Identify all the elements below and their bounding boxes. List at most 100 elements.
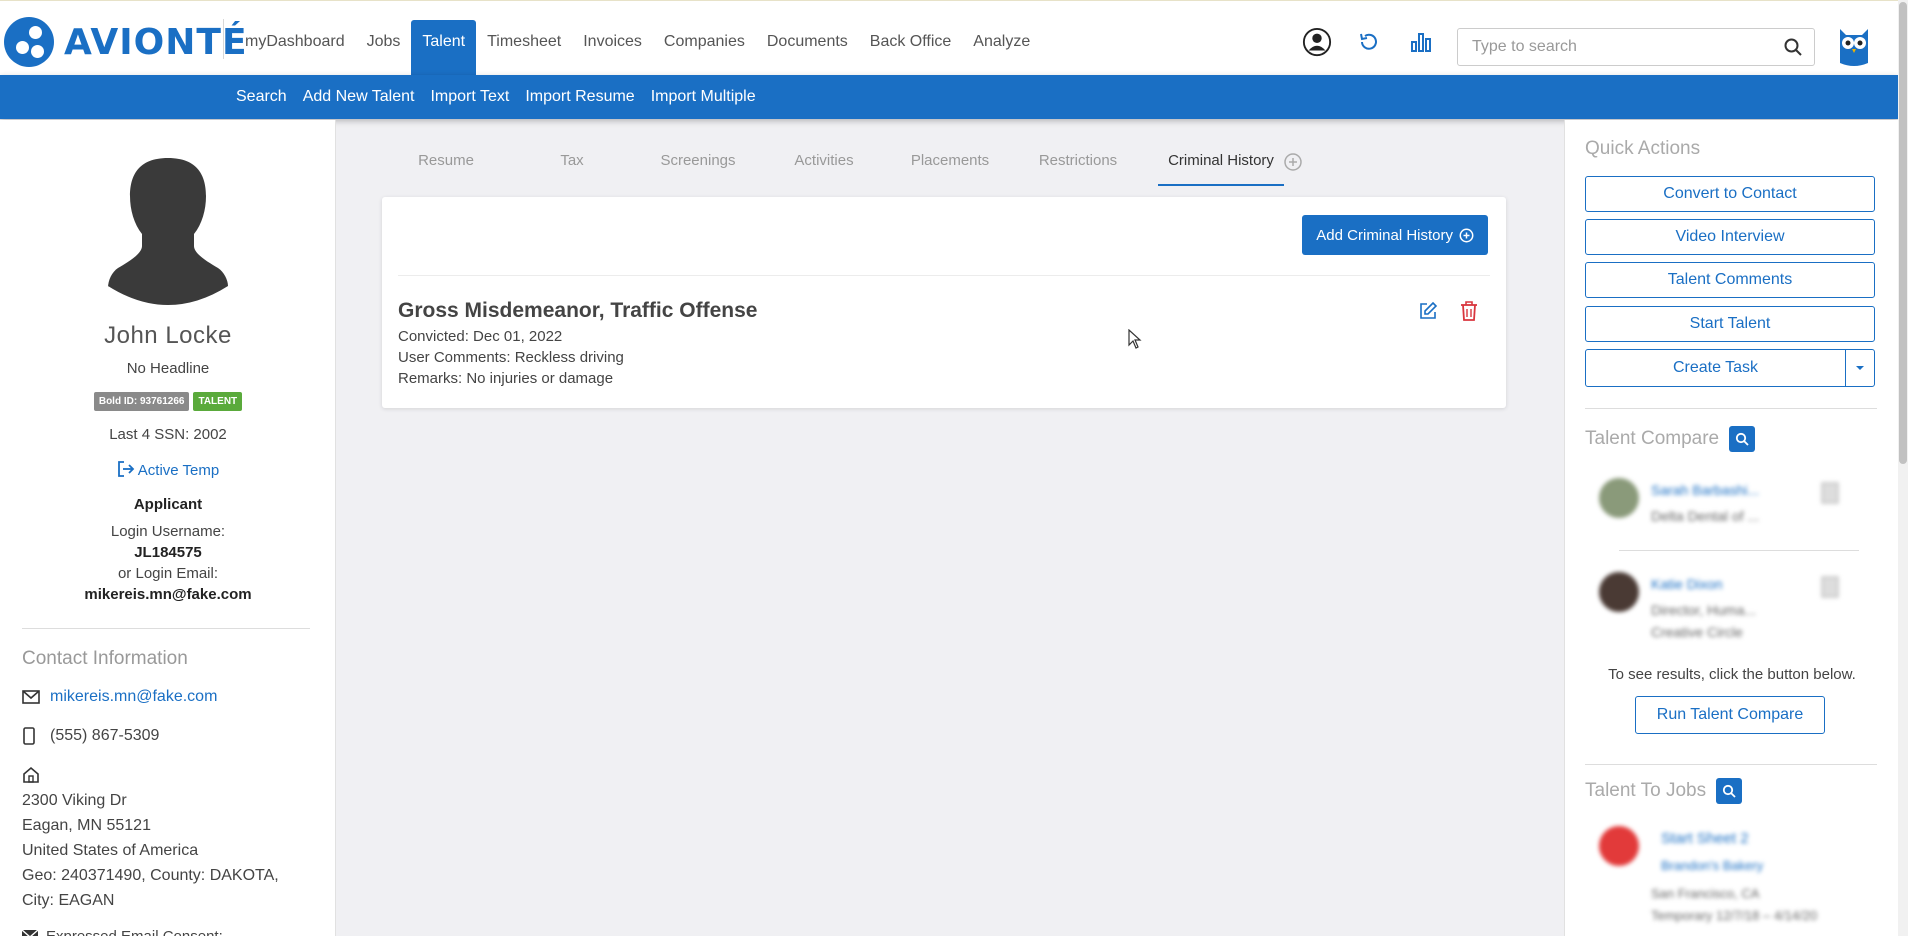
divider	[1585, 764, 1877, 765]
record-convicted: Convicted: Dec 01, 2022	[398, 328, 563, 345]
create-task-split-button: Create Task	[1585, 349, 1875, 387]
create-task-button[interactable]: Create Task	[1586, 350, 1846, 386]
address-line-3: United States of America	[22, 842, 199, 859]
contact-email[interactable]: mikereis.mn@fake.com	[50, 688, 217, 706]
add-tab-icon[interactable]	[1283, 152, 1303, 177]
document-icon[interactable]	[1821, 482, 1839, 509]
avatar	[1599, 572, 1639, 612]
user-circle-icon[interactable]	[1302, 27, 1332, 57]
search-input[interactable]	[1458, 29, 1758, 65]
search-icon[interactable]	[1729, 426, 1756, 452]
edit-icon[interactable]	[1418, 301, 1438, 326]
chevron-down-icon[interactable]	[1846, 350, 1874, 386]
divider	[1619, 550, 1859, 551]
nav-talent[interactable]: Talent	[411, 20, 477, 76]
job-type: Temporary 12/7/18 – 4/14/20	[1651, 908, 1818, 923]
login-username-label: Login Username:	[110, 523, 226, 540]
job-logo	[1599, 826, 1639, 866]
nav-back-office[interactable]: Back Office	[859, 20, 963, 76]
email-consent: Expressed Email Consent:	[22, 928, 223, 936]
trash-icon[interactable]	[1460, 301, 1478, 326]
talent-to-jobs-label: Talent To Jobs	[1585, 780, 1707, 801]
owl-logo-icon[interactable]	[1838, 25, 1870, 72]
record-title: Gross Misdemeanor, Traffic Offense	[398, 299, 758, 322]
tab-restrictions[interactable]: Restrictions	[998, 140, 1158, 186]
job-location: San Francisco, CA	[1651, 886, 1760, 901]
quick-actions-label: Quick Actions	[1585, 138, 1701, 159]
login-username: JL184575	[134, 544, 202, 561]
right-sidebar: Quick Actions Convert to Contact Video I…	[1564, 120, 1898, 936]
address-line-1: 2300 Viking Dr	[22, 792, 127, 809]
login-email: mikereis.mn@fake.com	[84, 586, 252, 603]
address-line-5: City: EAGAN	[22, 892, 115, 909]
criminal-history-card: Add Criminal History Gross Misdemeanor, …	[382, 197, 1506, 408]
mouse-pointer-icon	[1128, 328, 1142, 354]
history-icon[interactable]	[1354, 27, 1384, 57]
home-icon	[22, 766, 40, 789]
document-icon[interactable]	[1821, 576, 1839, 603]
subnav-add-new-talent[interactable]: Add New Talent	[295, 75, 423, 119]
envelope-filled-icon	[22, 930, 38, 936]
run-talent-compare-button[interactable]: Run Talent Compare	[1635, 696, 1825, 734]
brand-name: AVIONTÉ	[64, 21, 248, 63]
nav-jobs[interactable]: Jobs	[356, 20, 412, 76]
envelope-icon	[22, 690, 42, 704]
nav-documents[interactable]: Documents	[756, 20, 859, 76]
nav-companies[interactable]: Companies	[653, 20, 756, 76]
talent-compare-label: Talent Compare	[1585, 428, 1720, 449]
tab-criminal-history[interactable]: Criminal History	[1158, 140, 1284, 186]
brand-logo[interactable]: AVIONTÉ	[4, 17, 248, 67]
contact-section-title: Contact Information	[22, 648, 188, 669]
nav-mydashboard[interactable]: myDashboard	[234, 20, 356, 76]
search-icon[interactable]	[1784, 38, 1802, 61]
tab-tax[interactable]: Tax	[494, 140, 650, 186]
start-talent-button[interactable]: Start Talent	[1585, 306, 1875, 342]
contact-phone-row[interactable]: (555) 867-5309	[22, 727, 159, 745]
header-icons	[1302, 27, 1436, 57]
record-comments: User Comments: Reckless driving	[398, 349, 624, 366]
divider	[1585, 408, 1877, 409]
add-criminal-history-button[interactable]: Add Criminal History	[1302, 215, 1488, 255]
page-scrollbar[interactable]	[1898, 0, 1908, 936]
bold-id-badge: Bold ID: 93761266	[93, 392, 190, 411]
status-label: Active Temp	[137, 461, 220, 479]
tab-placements[interactable]: Placements	[902, 140, 998, 186]
mobile-phone-icon	[22, 727, 42, 745]
talent-compare-title: Talent Compare	[1585, 426, 1756, 452]
search-icon[interactable]	[1716, 778, 1743, 804]
nav-timesheet[interactable]: Timesheet	[476, 20, 572, 76]
scrollbar-thumb[interactable]	[1899, 2, 1907, 464]
add-criminal-history-label: Add Criminal History	[1316, 226, 1453, 244]
logo-mark-icon	[4, 17, 54, 67]
logo-divider	[223, 19, 224, 59]
compare-hint: To see results, click the button below.	[1608, 666, 1856, 683]
tab-screenings[interactable]: Screenings	[650, 140, 746, 186]
address-line-4: Geo: 240371490, County: DAKOTA,	[22, 867, 279, 884]
subnav-import-resume[interactable]: Import Resume	[517, 75, 642, 119]
top-navbar: AVIONTÉ myDashboard Jobs Talent Timeshee…	[0, 0, 1898, 76]
job-company: Brandon's Bakery	[1661, 858, 1764, 873]
job-name: Start Sheet 2	[1661, 830, 1749, 847]
subnav-import-text[interactable]: Import Text	[422, 75, 517, 119]
profile-badges: Bold ID: 93761266 TALENT	[0, 392, 335, 411]
contact-phone[interactable]: (555) 867-5309	[50, 727, 159, 745]
address-line-2: Eagan, MN 55121	[22, 817, 151, 834]
subnav-search[interactable]: Search	[228, 75, 295, 119]
compare-item-name: Katie Dixon	[1651, 576, 1723, 592]
avatar	[108, 154, 228, 315]
profile-panel: John Locke No Headline Bold ID: 93761266…	[0, 120, 336, 936]
bar-chart-icon[interactable]	[1406, 27, 1436, 57]
contact-email-row[interactable]: mikereis.mn@fake.com	[22, 688, 217, 706]
nav-invoices[interactable]: Invoices	[572, 20, 653, 76]
nav-analyze[interactable]: Analyze	[962, 20, 1041, 76]
convert-to-contact-button[interactable]: Convert to Contact	[1585, 176, 1875, 212]
talent-type-badge: TALENT	[193, 392, 243, 411]
profile-role: Applicant	[133, 496, 203, 513]
status-link[interactable]: Active Temp	[0, 460, 335, 482]
video-interview-button[interactable]: Video Interview	[1585, 219, 1875, 255]
tab-activities[interactable]: Activities	[746, 140, 902, 186]
compare-item-company: Delta Dental of ...	[1651, 508, 1760, 524]
tab-resume[interactable]: Resume	[398, 140, 494, 186]
subnav-import-multiple[interactable]: Import Multiple	[643, 75, 764, 119]
talent-comments-button[interactable]: Talent Comments	[1585, 262, 1875, 298]
